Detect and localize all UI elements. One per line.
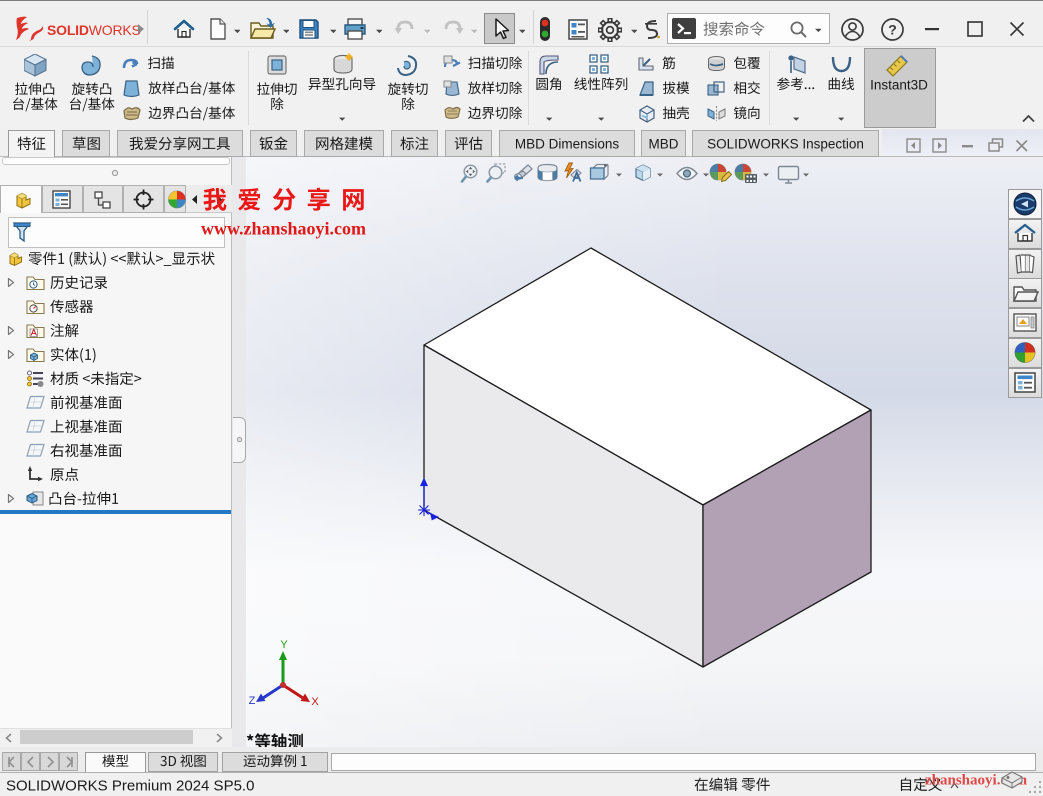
svg-text:?: ?	[888, 22, 897, 38]
svg-text:Y: Y	[280, 639, 288, 651]
svg-text:X: X	[311, 696, 319, 708]
svg-text:Z: Z	[249, 695, 256, 707]
